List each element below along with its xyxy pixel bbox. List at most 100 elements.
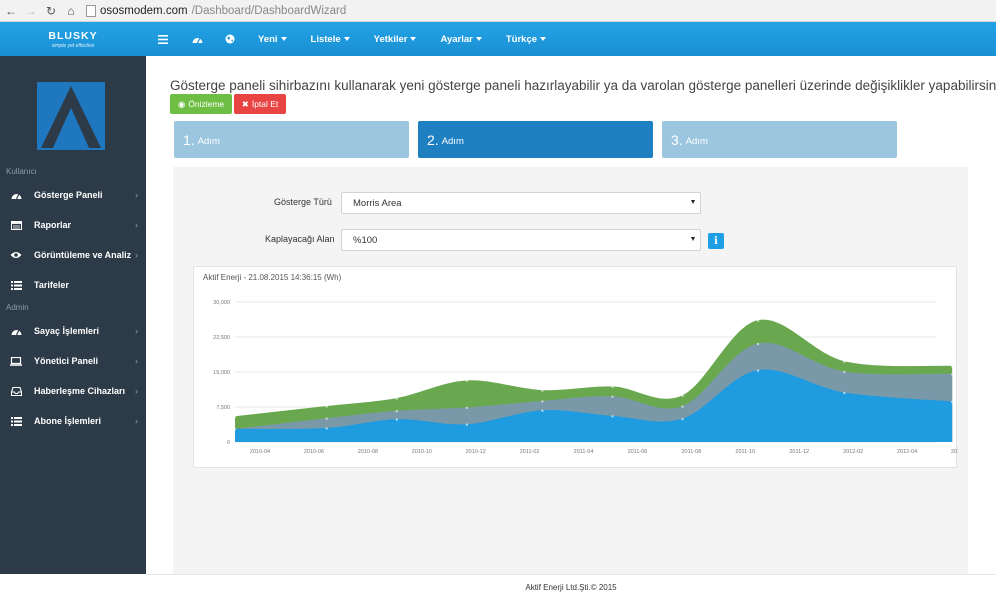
data-point xyxy=(950,400,954,404)
page-icon xyxy=(86,4,96,17)
main-content: Gösterge paneli sihirbazını kullanarak y… xyxy=(146,56,996,574)
wizard-step-2[interactable]: 2. Adım xyxy=(418,121,653,158)
data-point xyxy=(395,418,398,421)
chart-type-value: Morris Area xyxy=(353,197,402,209)
data-point xyxy=(681,394,684,397)
step-number: 3. xyxy=(671,131,683,148)
laptop-icon xyxy=(10,356,22,366)
address-bar[interactable]: ososmodem.com/Dashboard/DashboardWizard xyxy=(86,4,347,17)
x-tick-label: 2011-02 xyxy=(520,449,540,455)
wizard-step-1[interactable]: 1. Adım xyxy=(174,121,409,158)
globe-icon[interactable] xyxy=(225,34,235,44)
data-point xyxy=(465,379,469,383)
cancel-button[interactable]: ✖ İptal Et xyxy=(234,94,286,114)
sidebar-item-admin-panel[interactable]: Yönetici Paneli › xyxy=(0,346,146,376)
data-point xyxy=(681,417,684,421)
list-icon xyxy=(10,280,22,290)
area-value: %100 xyxy=(353,234,378,246)
back-icon[interactable]: ← xyxy=(4,4,18,18)
dashboard-icon[interactable] xyxy=(192,35,203,44)
sidebar-item-label: Yönetici Paneli xyxy=(34,356,99,366)
chevron-right-icon: › xyxy=(135,326,138,336)
browser-toolbar: ← → ↻ ⌂ ososmodem.com/Dashboard/Dashboar… xyxy=(0,0,996,22)
chevron-right-icon: › xyxy=(135,416,138,426)
section-user-label: Kullanıcı xyxy=(6,167,37,176)
menu-toggle-icon[interactable] xyxy=(158,34,168,44)
url-path: /Dashboard/DashboardWizard xyxy=(191,4,347,17)
sidebar-item-comm-devices[interactable]: Haberleşme Cihazları › xyxy=(0,376,146,406)
data-point xyxy=(611,395,614,398)
url-host: ososmodem.com xyxy=(100,4,188,17)
chevron-down-icon xyxy=(475,37,482,41)
data-point xyxy=(541,389,544,392)
nav-ayarlar[interactable]: Ayarlar xyxy=(440,34,482,45)
forward-icon[interactable]: → xyxy=(24,4,38,18)
dashboard-icon xyxy=(10,190,22,200)
preview-button[interactable]: ◉ Önizleme xyxy=(170,94,232,114)
chevron-right-icon: › xyxy=(135,190,138,200)
y-tick-label: 0 xyxy=(227,440,230,446)
nav-listele[interactable]: Listele xyxy=(311,34,350,45)
eye-icon: ◉ xyxy=(177,98,186,109)
cancel-button-label: İptal Et xyxy=(251,99,279,109)
data-point xyxy=(395,397,398,400)
data-point xyxy=(395,410,398,413)
sidebar-item-label: Sayaç İşlemleri xyxy=(34,326,100,336)
chevron-right-icon: › xyxy=(135,220,138,230)
sidebar-item-label: Haberleşme Cihazları xyxy=(34,386,126,396)
sidebar: Kullanıcı Gösterge Paneli › Raporlar › G… xyxy=(0,56,146,574)
wizard-panel: Gösterge Türü Morris Area Kaplayacağı Al… xyxy=(173,167,968,574)
x-tick-label: 2012-06 xyxy=(951,449,958,455)
sidebar-item-reports[interactable]: Raporlar › xyxy=(0,210,146,240)
data-point xyxy=(756,369,760,372)
data-point xyxy=(541,400,544,403)
area-label: Kaplayacağı Alan xyxy=(265,234,335,244)
data-point xyxy=(611,415,614,418)
x-tick-label: 2011-06 xyxy=(628,449,648,455)
sidebar-item-dashboard[interactable]: Gösterge Paneli › xyxy=(0,180,146,210)
sidebar-item-subscribers[interactable]: Abone İşlemleri › xyxy=(0,406,146,436)
data-point xyxy=(325,427,328,430)
data-point xyxy=(465,406,469,410)
nav-language-label: Türkçe xyxy=(505,33,538,45)
sidebar-item-analysis[interactable]: Görüntüleme ve Analiz › xyxy=(0,240,146,270)
nav-listele-label: Listele xyxy=(310,33,341,45)
x-tick-label: 2011-10 xyxy=(735,449,755,455)
preview-button-label: Önizleme xyxy=(188,99,225,109)
brand-logo[interactable]: BLUSKY simple yet effective xyxy=(0,22,146,56)
area-select[interactable]: %100 xyxy=(341,229,701,251)
data-point xyxy=(233,415,237,418)
sidebar-item-tariffs[interactable]: Tarifeler xyxy=(0,270,146,300)
nav-language[interactable]: Türkçe xyxy=(505,33,547,45)
data-point xyxy=(843,360,846,363)
sidebar-item-label: Gösterge Paneli xyxy=(34,190,103,200)
info-button[interactable]: i xyxy=(708,233,724,249)
sidebar-item-meter-ops[interactable]: Sayaç İşlemleri › xyxy=(0,316,146,346)
nav-yetkiler[interactable]: Yetkiler xyxy=(374,34,417,45)
dashboard-icon xyxy=(10,326,22,336)
x-tick-label: 2011-04 xyxy=(574,449,594,455)
chevron-down-icon xyxy=(280,37,287,41)
chevron-right-icon: › xyxy=(135,250,138,260)
close-icon: ✖ xyxy=(241,98,249,109)
chart-type-select[interactable]: Morris Area xyxy=(341,192,701,214)
wizard-step-3[interactable]: 3. Adım xyxy=(662,121,897,158)
step-label: Adım xyxy=(441,135,464,147)
reload-icon[interactable]: ↻ xyxy=(44,4,58,18)
sidebar-item-label: Tarifeler xyxy=(34,280,69,290)
home-icon[interactable]: ⌂ xyxy=(64,4,78,18)
nav-yeni[interactable]: Yeni xyxy=(258,34,287,45)
x-tick-label: 2012-04 xyxy=(897,449,917,455)
x-tick-label: 2010-08 xyxy=(358,449,378,455)
x-tick-label: 2010-10 xyxy=(412,449,432,455)
nav-yetkiler-label: Yetkiler xyxy=(373,33,408,45)
chevron-down-icon xyxy=(540,37,547,41)
chart-card: Aktif Enerji - 21.08.2015 14:36:15 (Wh) … xyxy=(193,266,958,468)
y-tick-label: 15,000 xyxy=(213,370,230,376)
wizard-description: Gösterge paneli sihirbazını kullanarak y… xyxy=(170,78,996,93)
data-point xyxy=(541,409,544,412)
data-point xyxy=(233,428,237,431)
sidebar-item-label: Raporlar xyxy=(34,220,72,230)
x-tick-label: 2010-06 xyxy=(304,449,324,455)
x-tick-label: 2011-12 xyxy=(789,449,809,455)
